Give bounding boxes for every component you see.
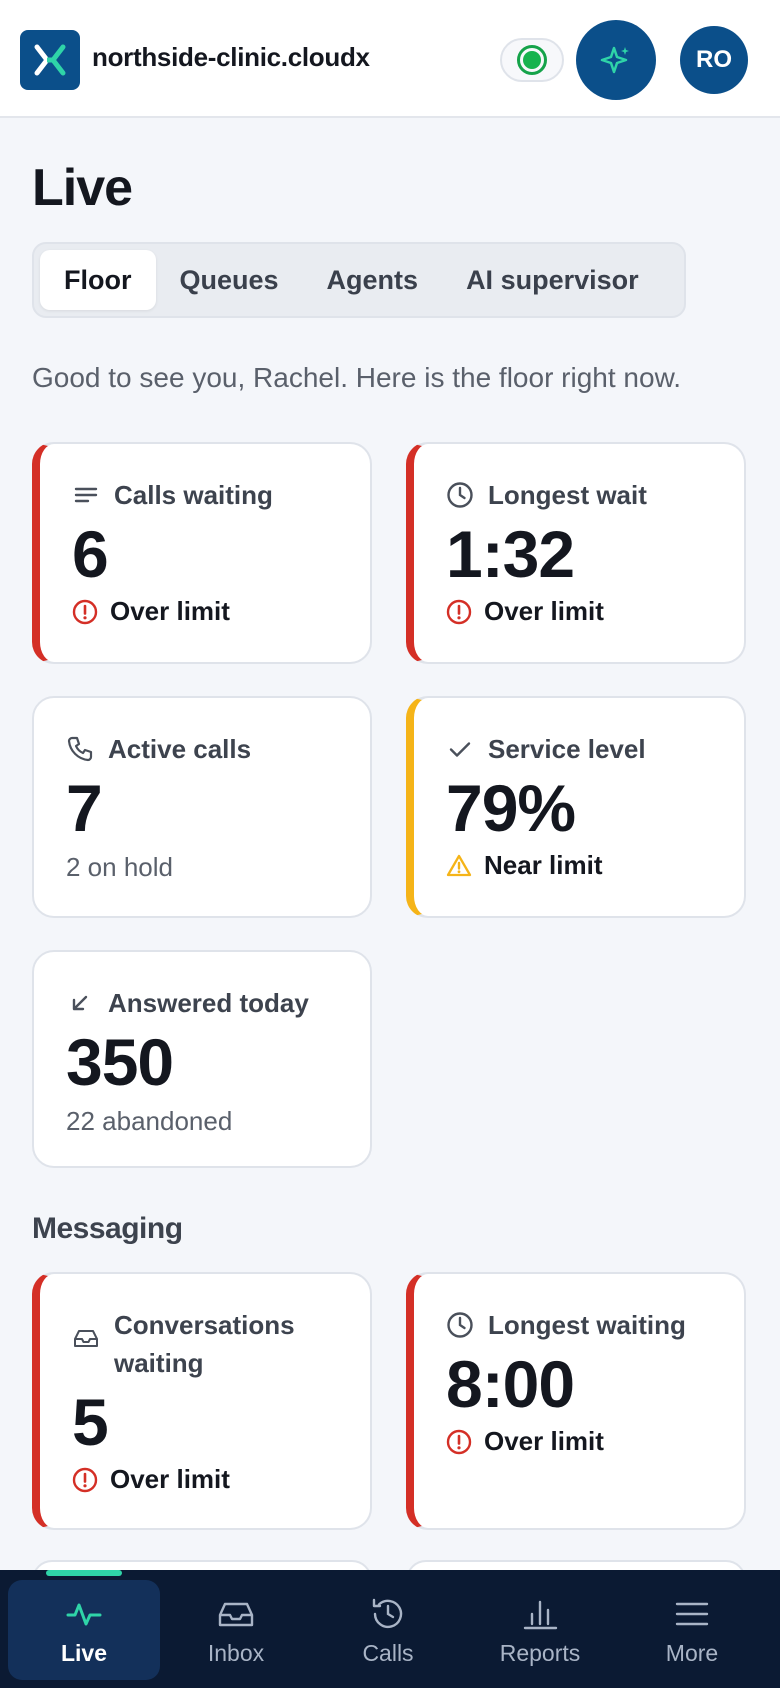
bar-chart-icon: [523, 1600, 558, 1629]
nav-more[interactable]: More: [616, 1580, 768, 1680]
card-value: 5: [72, 1385, 109, 1459]
status-row: Over limit: [72, 596, 230, 627]
check-icon: [449, 742, 471, 757]
workspace-name[interactable]: northside-clinic.cloudx: [92, 42, 370, 73]
card-label: Active calls: [108, 734, 252, 764]
clock-icon: [447, 1312, 473, 1338]
status-text: Near limit: [484, 850, 603, 880]
list-icon: [74, 487, 98, 503]
card-label: Longest waiting: [488, 1310, 686, 1340]
page-title: Live: [32, 159, 133, 217]
clock-icon: [447, 482, 473, 508]
card-value: 1:32: [446, 517, 575, 591]
online-status-icon: [517, 45, 547, 75]
nav-label: Reports: [499, 1639, 581, 1666]
view-tabs: Floor Queues Agents AI supervisor: [32, 242, 686, 318]
nav-live[interactable]: Live: [8, 1570, 160, 1680]
service-level-label-row: Service level: [446, 730, 646, 768]
nav-label: More: [665, 1639, 719, 1666]
active-calls-card[interactable]: Active calls 7 2 on hold: [32, 696, 372, 918]
card-label: Longest wait: [488, 480, 647, 510]
card-value: 79%: [446, 771, 576, 845]
warning-triangle-icon: [446, 854, 472, 876]
card-label: Calls waiting: [114, 480, 273, 510]
phone-icon: [67, 736, 93, 762]
nav-inbox[interactable]: Inbox: [160, 1580, 312, 1680]
status-text: Over limit: [110, 596, 230, 626]
brand-logo[interactable]: [20, 30, 80, 90]
status-row: Over limit: [72, 1464, 230, 1495]
card-value: 350: [66, 1025, 174, 1099]
card-subtext: 22 abandoned: [66, 1106, 233, 1136]
status-text: Over limit: [484, 1426, 604, 1456]
card-value: 6: [72, 517, 109, 591]
status-text: Over limit: [484, 596, 604, 626]
availability-toggle[interactable]: [500, 38, 564, 82]
card-label: Answered today: [108, 988, 309, 1018]
ai-assistant-button[interactable]: [576, 20, 656, 100]
nav-calls[interactable]: Calls: [312, 1580, 464, 1680]
alert-circle-icon: [446, 1429, 472, 1454]
alert-circle-icon: [72, 1467, 98, 1492]
history-icon: [372, 1598, 403, 1628]
alert-circle-icon: [446, 599, 472, 624]
menu-icon: [675, 1602, 709, 1625]
status-row: Near limit: [446, 850, 603, 881]
nav-label: Inbox: [207, 1639, 265, 1666]
top-bar: northside-clinic.cloudx RO: [0, 0, 780, 118]
tab-queues[interactable]: Queues: [156, 250, 303, 310]
arrow-down-left-icon: [72, 995, 88, 1011]
card-value: 8:00: [446, 1347, 575, 1421]
greeting-text: Good to see you, Rachel. Here is the flo…: [32, 362, 682, 393]
service-level-card[interactable]: Service level 79% Near limit: [406, 696, 746, 918]
logo-mark-icon: [34, 44, 66, 76]
nav-reports[interactable]: Reports: [464, 1580, 616, 1680]
tab-ai-supervisor[interactable]: AI supervisor: [442, 250, 663, 310]
longest-waiting-card[interactable]: Longest waiting 8:00 Over limit: [406, 1272, 746, 1530]
card-label: Service level: [488, 734, 646, 764]
card-subtext: 2 on hold: [66, 852, 173, 882]
longest-waiting-label-row: Longest waiting: [446, 1306, 686, 1344]
alert-circle-icon: [72, 599, 98, 624]
answered-today-card[interactable]: Answered today 350 22 abandoned: [32, 950, 372, 1168]
calls-waiting-card[interactable]: Calls waiting 6 Over limit: [32, 442, 372, 664]
status-row: Over limit: [446, 596, 604, 627]
card-label: Conversations waiting: [114, 1310, 295, 1378]
tab-floor[interactable]: Floor: [40, 250, 156, 310]
nav-label: Live: [60, 1639, 108, 1666]
calls-waiting-label-row: Calls waiting: [72, 476, 273, 514]
bottom-navigation: Live Inbox Calls Reports More: [0, 1570, 780, 1688]
inbox-icon: [218, 1602, 254, 1626]
inbox-icon: [74, 1330, 98, 1347]
conversations-waiting-card[interactable]: Conversations waiting 5 Over limit: [32, 1272, 372, 1530]
user-avatar[interactable]: RO: [680, 26, 748, 94]
nav-label: Calls: [362, 1639, 414, 1666]
status-text: Over limit: [110, 1464, 230, 1494]
active-calls-label-row: Active calls: [66, 730, 251, 768]
conversations-waiting-label-row: Conversations waiting: [72, 1306, 302, 1382]
card-value: 7: [66, 771, 103, 845]
longest-wait-card[interactable]: Longest wait 1:32 Over limit: [406, 442, 746, 664]
status-row: Over limit: [446, 1426, 604, 1457]
longest-wait-label-row: Longest wait: [446, 476, 647, 514]
activity-icon: [66, 1603, 102, 1625]
messaging-section-title: Messaging: [32, 1212, 183, 1245]
tab-agents[interactable]: Agents: [303, 250, 443, 310]
sparkle-icon: [600, 46, 629, 74]
answered-today-label-row: Answered today: [66, 984, 309, 1022]
